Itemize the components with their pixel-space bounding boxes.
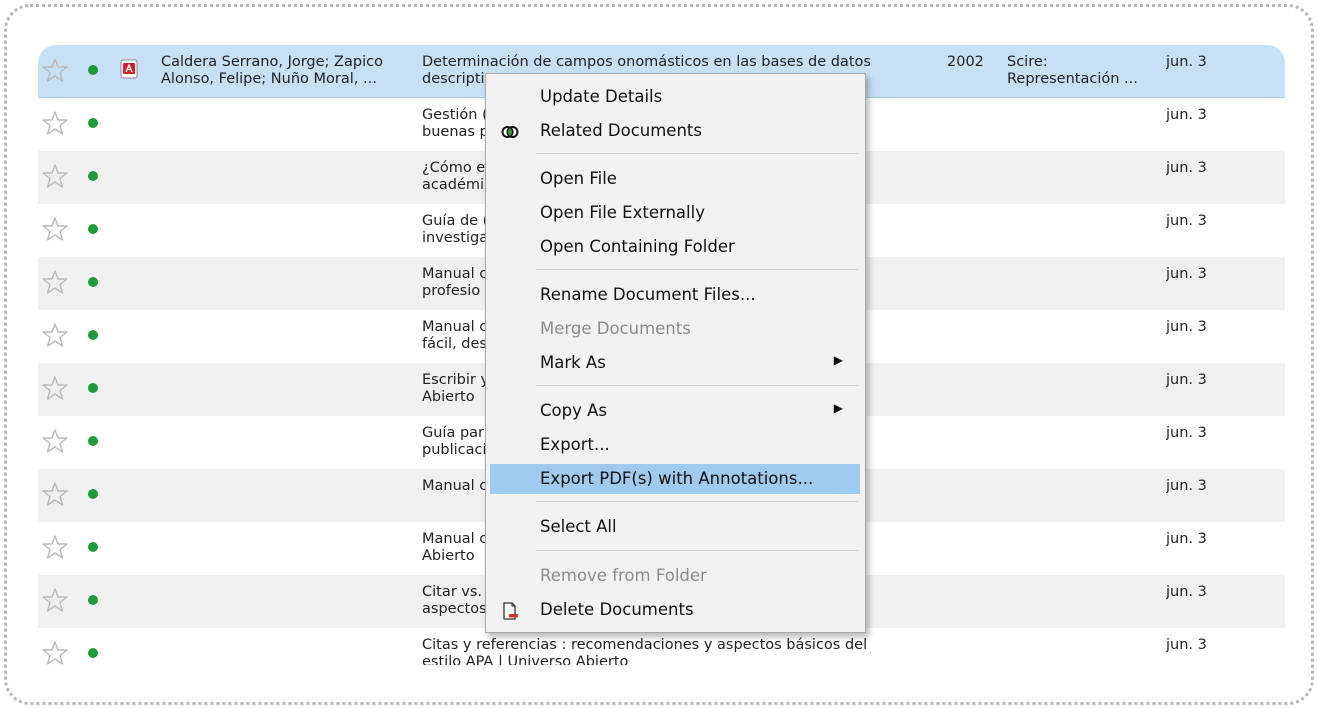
unread-dot-icon[interactable] — [88, 277, 98, 287]
year-cell: 2002 — [947, 54, 984, 70]
added-cell: jun. 3 — [1166, 637, 1207, 653]
star-icon[interactable] — [42, 428, 68, 454]
menu-separator — [536, 550, 858, 551]
star-icon[interactable] — [42, 587, 68, 613]
title-cell: Citas y referencias : recomendaciones y … — [422, 637, 868, 665]
menu-item-mark-as[interactable]: Mark As ▶ — [486, 348, 865, 378]
star-icon[interactable] — [42, 322, 68, 348]
star-icon[interactable] — [42, 110, 68, 136]
published-in-cell: Scire: Representación ... — [1007, 54, 1138, 87]
added-cell: jun. 3 — [1166, 372, 1207, 388]
menu-separator — [536, 153, 858, 154]
menu-item-label: Update Details — [540, 87, 663, 106]
added-cell: jun. 3 — [1166, 584, 1207, 600]
added-cell: jun. 3 — [1166, 160, 1207, 176]
star-icon[interactable] — [42, 481, 68, 507]
star-icon[interactable] — [42, 534, 68, 560]
menu-item-label: Related Documents — [540, 121, 702, 140]
submenu-arrow-icon: ▶ — [833, 401, 843, 415]
menu-item-export[interactable]: Export... — [486, 430, 865, 460]
added-cell: jun. 3 — [1166, 54, 1207, 70]
delete-documents-icon — [500, 601, 520, 621]
related-documents-icon — [500, 122, 520, 142]
unread-dot-icon[interactable] — [88, 383, 98, 393]
star-icon[interactable] — [42, 57, 68, 83]
menu-item-rename-document-files[interactable]: Rename Document Files... — [486, 280, 865, 310]
menu-item-label: Export PDF(s) with Annotations... — [540, 469, 814, 488]
unread-dot-icon[interactable] — [88, 595, 98, 605]
menu-item-label: Export... — [540, 435, 610, 454]
unread-dot-icon[interactable] — [88, 330, 98, 340]
submenu-arrow-icon: ▶ — [833, 353, 843, 367]
menu-item-merge-documents: Merge Documents — [486, 314, 865, 344]
menu-item-label: Open File — [540, 169, 617, 188]
unread-dot-icon[interactable] — [88, 118, 98, 128]
menu-item-remove-from-folder: Remove from Folder — [486, 561, 865, 591]
menu-item-related-documents[interactable]: Related Documents — [486, 116, 865, 146]
added-cell: jun. 3 — [1166, 107, 1207, 123]
added-cell: jun. 3 — [1166, 213, 1207, 229]
menu-item-delete-documents[interactable]: Delete Documents — [486, 595, 865, 625]
menu-item-label: Open File Externally — [540, 203, 705, 222]
menu-item-label: Open Containing Folder — [540, 237, 735, 256]
unread-dot-icon[interactable] — [88, 224, 98, 234]
menu-separator — [536, 385, 858, 386]
menu-item-select-all[interactable]: Select All — [486, 512, 865, 542]
menu-item-label: Delete Documents — [540, 600, 694, 619]
authors-cell: Caldera Serrano, Jorge; Zapico Alonso, F… — [161, 54, 383, 87]
menu-item-label: Select All — [540, 517, 617, 536]
added-cell: jun. 3 — [1166, 319, 1207, 335]
menu-item-update-details[interactable]: Update Details — [486, 82, 865, 112]
star-icon[interactable] — [42, 163, 68, 189]
menu-item-label: Mark As — [540, 353, 606, 372]
menu-item-label: Remove from Folder — [540, 566, 707, 585]
added-cell: jun. 3 — [1166, 266, 1207, 282]
star-icon[interactable] — [42, 269, 68, 295]
menu-item-open-containing-folder[interactable]: Open Containing Folder — [486, 232, 865, 262]
unread-dot-icon[interactable] — [88, 65, 98, 75]
menu-item-label: Rename Document Files... — [540, 285, 756, 304]
star-icon[interactable] — [42, 216, 68, 242]
menu-item-copy-as[interactable]: Copy As ▶ — [486, 396, 865, 426]
added-cell: jun. 3 — [1166, 531, 1207, 547]
unread-dot-icon[interactable] — [88, 542, 98, 552]
unread-dot-icon[interactable] — [88, 171, 98, 181]
star-icon[interactable] — [42, 640, 68, 665]
menu-item-open-file[interactable]: Open File — [486, 164, 865, 194]
unread-dot-icon[interactable] — [88, 648, 98, 658]
menu-separator — [536, 501, 858, 502]
menu-separator — [536, 269, 858, 270]
added-cell: jun. 3 — [1166, 425, 1207, 441]
menu-item-label: Merge Documents — [540, 319, 691, 338]
unread-dot-icon[interactable] — [88, 489, 98, 499]
pdf-file-icon — [120, 59, 138, 79]
menu-item-export-pdfs-with-annotations[interactable]: Export PDF(s) with Annotations... — [490, 464, 860, 494]
menu-item-label: Copy As — [540, 401, 607, 420]
context-menu: Update Details Related Documents Open File… — [485, 73, 866, 633]
table-row[interactable]: Citas y referencias : recomendaciones y … — [38, 628, 1285, 665]
star-icon[interactable] — [42, 375, 68, 401]
added-cell: jun. 3 — [1166, 478, 1207, 494]
menu-item-open-file-externally[interactable]: Open File Externally — [486, 198, 865, 228]
unread-dot-icon[interactable] — [88, 436, 98, 446]
